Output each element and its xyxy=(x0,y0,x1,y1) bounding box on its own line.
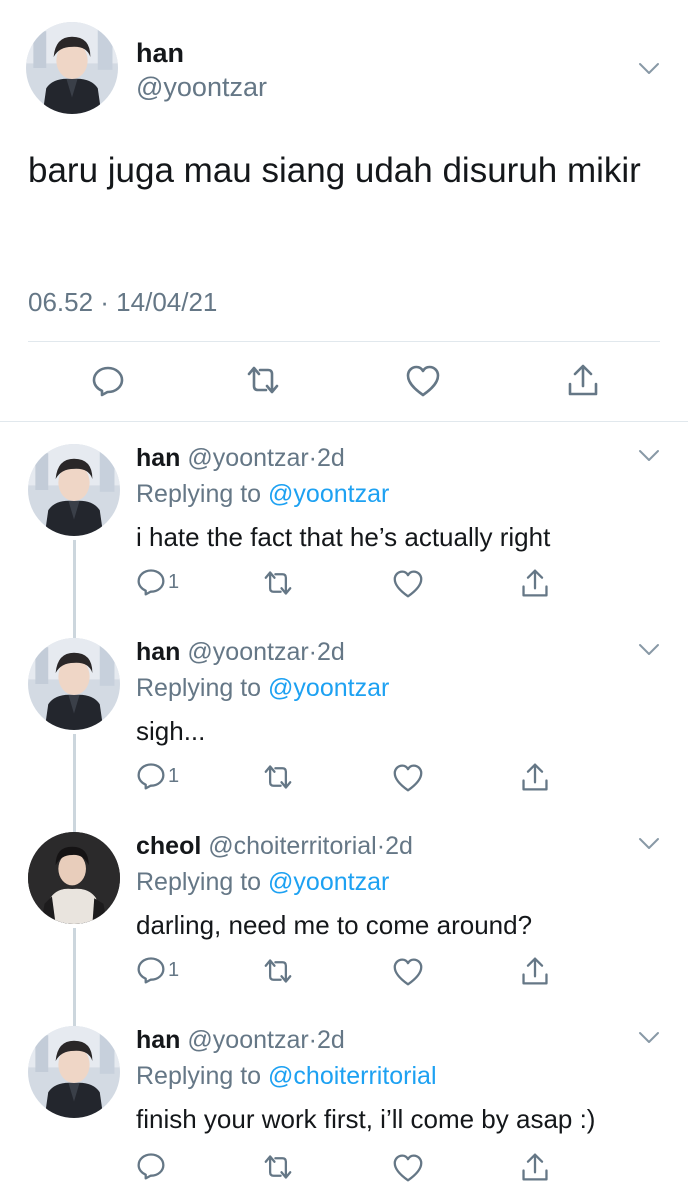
retweet-button[interactable] xyxy=(245,364,281,396)
share-icon xyxy=(520,1151,550,1183)
relative-time: 2d xyxy=(317,444,345,472)
like-icon xyxy=(392,957,424,987)
like-icon xyxy=(392,1153,424,1183)
like-icon xyxy=(392,569,424,599)
tweet-text: sigh... xyxy=(136,716,206,746)
reply-header: cheol @choiterritorial·2d xyxy=(136,831,413,861)
user-handle[interactable]: @choiterritorial xyxy=(208,832,376,860)
display-name[interactable]: han xyxy=(136,444,180,472)
retweet-button[interactable] xyxy=(262,1153,294,1181)
avatar[interactable] xyxy=(28,638,120,730)
replying-to-label: Replying to xyxy=(136,868,262,896)
share-icon xyxy=(520,567,550,599)
share-button[interactable] xyxy=(566,362,600,398)
reply-header: han @yoontzar·2d xyxy=(136,1025,345,1055)
avatar[interactable] xyxy=(26,22,118,114)
reply-header: han @yoontzar·2d xyxy=(136,443,345,473)
reply-icon xyxy=(91,364,125,398)
divider xyxy=(28,341,660,342)
retweet-icon xyxy=(262,763,294,791)
avatar[interactable] xyxy=(28,1026,120,1118)
chevron-down-icon[interactable] xyxy=(638,837,660,851)
share-button[interactable] xyxy=(520,567,550,599)
user-handle[interactable]: @yoontzar xyxy=(187,444,308,472)
tweet-text: baru juga mau siang udah disuruh mikir xyxy=(28,151,641,190)
like-button[interactable] xyxy=(392,569,424,599)
user-handle[interactable]: @yoontzar xyxy=(136,72,267,102)
reply-count: 1 xyxy=(168,765,180,787)
share-icon xyxy=(566,362,600,398)
separator: · xyxy=(376,832,386,860)
relative-time: 2d xyxy=(317,638,345,666)
relative-time: 2d xyxy=(385,832,413,860)
replying-to-link[interactable]: @choiterritorial xyxy=(268,1062,436,1090)
avatar[interactable] xyxy=(28,444,120,536)
reply-button[interactable]: 1 xyxy=(136,761,179,791)
reply-button[interactable]: 1 xyxy=(136,955,179,985)
replying-to-label: Replying to xyxy=(136,674,262,702)
replying-to-label: Replying to xyxy=(136,480,262,508)
main-tweet: han @yoontzar baru juga mau siang udah d… xyxy=(0,0,688,422)
reply-button[interactable]: 1 xyxy=(136,567,179,597)
like-button[interactable] xyxy=(392,1153,424,1183)
like-button[interactable] xyxy=(392,763,424,793)
reply-icon xyxy=(136,761,166,791)
retweet-button[interactable] xyxy=(262,763,294,791)
display-name[interactable]: han xyxy=(136,1026,180,1054)
thread-line xyxy=(73,734,76,832)
like-button[interactable] xyxy=(392,957,424,987)
separator: · xyxy=(308,1026,317,1054)
share-button[interactable] xyxy=(520,1151,550,1183)
replying-to: Replying to @yoontzar xyxy=(136,479,389,509)
share-icon xyxy=(520,761,550,793)
like-button[interactable] xyxy=(405,364,441,398)
chevron-down-icon[interactable] xyxy=(638,1031,660,1045)
tweet-text: i hate the fact that he’s actually right xyxy=(136,522,551,552)
display-name[interactable]: cheol xyxy=(136,832,201,860)
tweet-text: darling, need me to come around? xyxy=(136,910,533,940)
share-button[interactable] xyxy=(520,955,550,987)
retweet-icon xyxy=(262,957,294,985)
retweet-button[interactable] xyxy=(262,957,294,985)
separator: · xyxy=(308,444,317,472)
thread-line xyxy=(73,928,76,1026)
user-handle[interactable]: @yoontzar xyxy=(187,638,308,666)
display-name[interactable]: han xyxy=(136,38,184,68)
chevron-down-icon[interactable] xyxy=(638,643,660,657)
reply-button[interactable] xyxy=(136,1151,168,1181)
replying-to-link[interactable]: @yoontzar xyxy=(268,674,389,702)
reply-header: han @yoontzar·2d xyxy=(136,637,345,667)
reply-icon xyxy=(136,955,166,985)
chevron-down-icon[interactable] xyxy=(638,62,660,76)
retweet-button[interactable] xyxy=(262,569,294,597)
divider xyxy=(0,421,688,422)
user-handle[interactable]: @yoontzar xyxy=(187,1026,308,1054)
replying-to-link[interactable]: @yoontzar xyxy=(268,480,389,508)
reply-button[interactable] xyxy=(91,364,125,398)
reply-icon xyxy=(136,1151,166,1181)
replying-to: Replying to @choiterritorial xyxy=(136,1061,437,1091)
like-icon xyxy=(405,364,441,398)
chevron-down-icon[interactable] xyxy=(638,449,660,463)
reply-count: 1 xyxy=(168,571,180,593)
reply-count: 1 xyxy=(168,959,180,981)
display-name[interactable]: han xyxy=(136,638,180,666)
share-button[interactable] xyxy=(520,761,550,793)
retweet-icon xyxy=(262,569,294,597)
replying-to-label: Replying to xyxy=(136,1062,262,1090)
thread-line xyxy=(73,540,76,638)
replying-to: Replying to @yoontzar xyxy=(136,673,389,703)
retweet-icon xyxy=(262,1153,294,1181)
replying-to-link[interactable]: @yoontzar xyxy=(268,868,389,896)
retweet-icon xyxy=(245,364,281,396)
reply-icon xyxy=(136,567,166,597)
share-icon xyxy=(520,955,550,987)
tweet-timestamp: 06.52 · 14/04/21 xyxy=(28,287,218,317)
separator: · xyxy=(308,638,317,666)
tweet-text: finish your work first, i’ll come by asa… xyxy=(136,1104,596,1134)
relative-time: 2d xyxy=(317,1026,345,1054)
avatar[interactable] xyxy=(28,832,120,924)
like-icon xyxy=(392,763,424,793)
replying-to: Replying to @yoontzar xyxy=(136,867,389,897)
